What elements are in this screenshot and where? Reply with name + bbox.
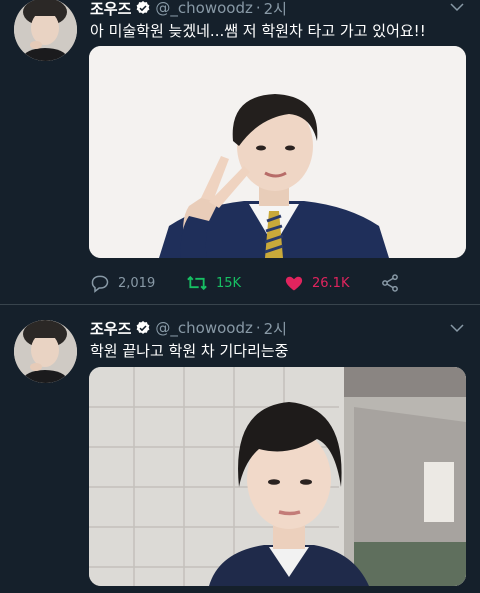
tweet-text: 학원 끝나고 학원 차 기다리는중 (90, 342, 289, 360)
tweet-media[interactable] (89, 46, 466, 258)
author-name[interactable]: 조우즈 (90, 0, 131, 19)
retweet-icon (187, 275, 207, 291)
reply-button[interactable]: 2,019 (90, 271, 155, 295)
verified-badge-icon (135, 0, 151, 16)
tweet-header: 조우즈 @_chowoodz · 2시 (90, 0, 287, 19)
tweet-photo (89, 367, 466, 586)
tweet-1[interactable]: 조우즈 @_chowoodz · 2시 아 미술학원 늦겠네...쌤 저 학원차… (0, 0, 480, 305)
avatar-photo (14, 0, 77, 61)
avatar-photo (14, 320, 77, 383)
retweet-button[interactable]: 15K (186, 271, 241, 295)
heart-filled-icon (285, 276, 303, 291)
like-count: 26.1K (312, 275, 350, 291)
tweet-actions: 2,019 15K 26.1K (90, 271, 420, 295)
verified-badge-icon (135, 320, 151, 336)
tweet-text: 아 미술학원 늦겠네...쌤 저 학원차 타고 가고 있어요!! (90, 22, 426, 40)
header-separator: · (255, 0, 261, 17)
tweet-2[interactable]: 조우즈 @_chowoodz · 2시 학원 끝나고 학원 차 기다리는중 (0, 306, 480, 593)
reply-icon (91, 275, 109, 293)
header-separator: · (255, 319, 261, 337)
share-button[interactable] (380, 271, 408, 295)
tweet-photo (89, 46, 466, 258)
author-name[interactable]: 조우즈 (90, 318, 131, 339)
avatar[interactable] (14, 0, 77, 61)
chevron-down-icon[interactable] (448, 0, 466, 16)
tweet-time[interactable]: 2시 (264, 0, 287, 19)
chevron-down-icon[interactable] (448, 319, 466, 337)
reply-count: 2,019 (118, 275, 156, 291)
like-button[interactable]: 26.1K (284, 271, 349, 295)
tweet-header: 조우즈 @_chowoodz · 2시 (90, 317, 287, 339)
author-handle[interactable]: @_chowoodz (155, 319, 252, 337)
tweet-media[interactable] (89, 367, 466, 586)
share-icon (382, 274, 398, 292)
avatar[interactable] (14, 320, 77, 383)
author-handle[interactable]: @_chowoodz (155, 0, 252, 17)
retweet-count: 15K (216, 275, 242, 291)
tweet-time[interactable]: 2시 (264, 318, 287, 339)
